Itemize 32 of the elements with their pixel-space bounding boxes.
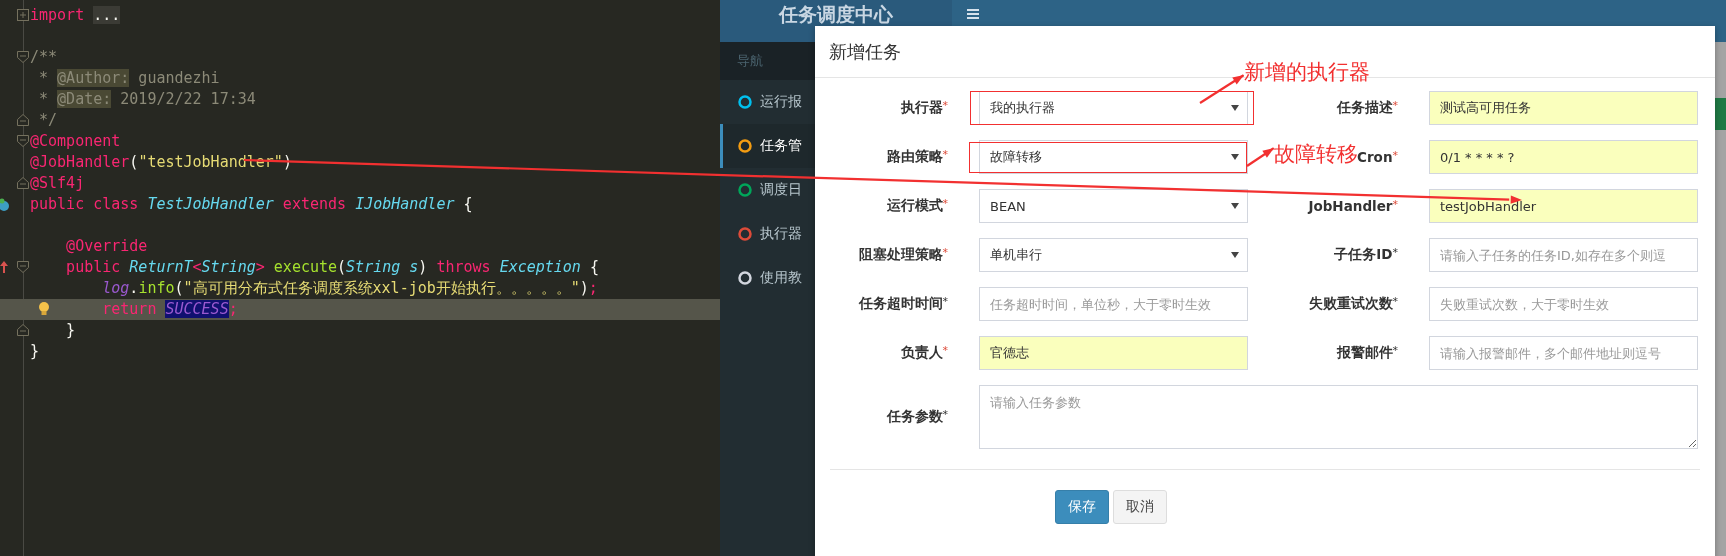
field-label: 任务描述* (1336, 99, 1398, 117)
field-label: 任务超时时间* (858, 295, 948, 313)
code-line: * @Date: 2019/2/22 17:34 (38, 89, 256, 110)
field-label: 路由策略* (886, 148, 948, 166)
field-label: JobHandler* (1308, 198, 1398, 214)
code-line: } (30, 341, 40, 362)
code-line: public class TestJobHandler extends IJobHandler { (30, 194, 473, 215)
field-label: 负责人* (900, 344, 948, 362)
code-line: return SUCCESS; (101, 299, 238, 320)
field-label: 运行模式* (886, 197, 948, 215)
code-line: @Override (65, 236, 148, 257)
field-label: Cron* (1357, 149, 1398, 165)
code-line: @Component (30, 131, 121, 152)
field-label: 阻塞处理策略* (858, 246, 948, 264)
code-line: */ (38, 110, 58, 131)
field-label: 任务参数* (886, 408, 948, 426)
nav-heading: 导航 (737, 52, 763, 70)
code-line: public ReturnT<String> execute(String s) throws Exception { (65, 257, 599, 278)
code-line: import ... (30, 5, 121, 26)
code-line: } (65, 320, 76, 341)
field-label: 失败重试次数* (1308, 295, 1398, 313)
dialog-title: 新增任务 (829, 39, 901, 64)
code-line: log.info("高可用分布式任务调度系统xxl-job开始执行。。。。。"); (101, 278, 598, 299)
code-line: * @Author: guandezhi (38, 68, 220, 89)
field-label: 子任务ID* (1334, 246, 1398, 264)
field-label: 报警邮件* (1336, 344, 1398, 362)
field-label: 执行器* (900, 99, 948, 117)
brand-title: 任务调度中心 (779, 3, 893, 25)
annotation-text: 新增的执行器 (1244, 60, 1370, 84)
annotation-text: 故障转移 (1274, 142, 1358, 166)
code-line: /** (30, 47, 58, 68)
code-line: @Slf4j (30, 173, 85, 194)
